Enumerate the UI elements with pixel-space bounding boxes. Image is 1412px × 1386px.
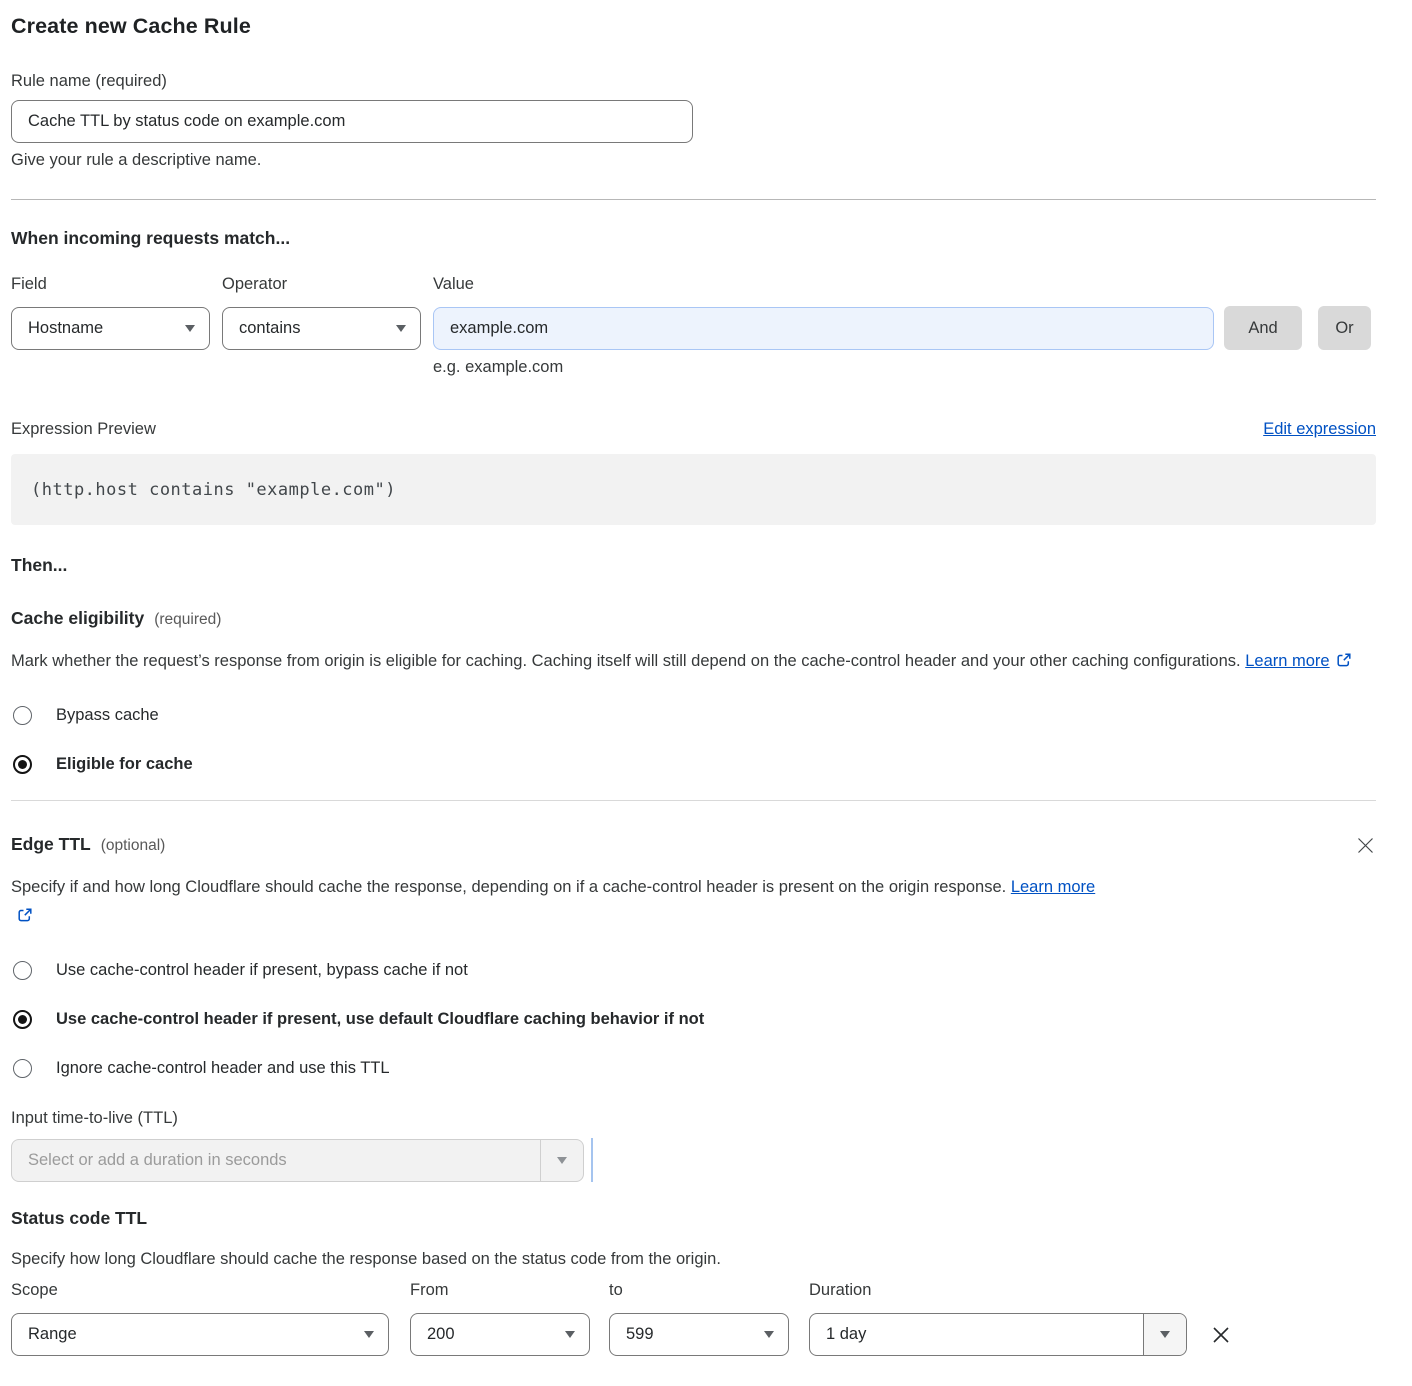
edge-ttl-heading-row: Edge TTL (optional)	[11, 834, 1376, 855]
section-divider	[11, 199, 1376, 200]
radio-option-use-header-bypass[interactable]: Use cache-control header if present, byp…	[11, 961, 1376, 980]
from-label: From	[410, 1281, 590, 1300]
required-tag: (required)	[154, 611, 221, 629]
ttl-duration-select: Select or add a duration in seconds	[11, 1139, 584, 1182]
value-input[interactable]	[433, 307, 1214, 350]
cache-eligibility-description: Mark whether the request’s response from…	[11, 647, 1376, 676]
duration-select[interactable]: 1 day	[809, 1313, 1187, 1356]
scope-select[interactable]: Range	[11, 1313, 389, 1356]
radio-option-eligible-for-cache[interactable]: Eligible for cache	[11, 755, 1376, 774]
chevron-down-icon	[540, 1140, 583, 1181]
edge-ttl-heading: Edge TTL	[11, 834, 91, 855]
radio-option-use-header-default[interactable]: Use cache-control header if present, use…	[11, 1010, 1376, 1029]
field-select[interactable]: Hostname	[11, 307, 210, 350]
duration-select-value: 1 day	[810, 1325, 866, 1344]
to-select-value: 599	[626, 1325, 654, 1344]
page-title: Create new Cache Rule	[11, 14, 1376, 39]
external-link-icon	[1336, 649, 1352, 678]
radio-unselected-icon[interactable]	[13, 706, 32, 725]
to-label: to	[609, 1281, 789, 1300]
or-button[interactable]: Or	[1318, 306, 1371, 350]
radio-option-bypass-cache[interactable]: Bypass cache	[11, 706, 1376, 725]
scope-column: Scope Range	[11, 1281, 389, 1356]
value-column: Value	[433, 275, 1214, 350]
radio-unselected-icon[interactable]	[13, 961, 32, 980]
rule-name-block: Rule name (required) Give your rule a de…	[11, 72, 1376, 170]
radio-option-label: Bypass cache	[56, 706, 159, 725]
close-icon[interactable]	[1356, 836, 1375, 855]
delete-row-icon[interactable]	[1210, 1324, 1232, 1346]
to-column: to 599	[609, 1281, 789, 1356]
rule-name-input[interactable]	[11, 100, 693, 143]
duration-label: Duration	[809, 1281, 1187, 1300]
field-label: Field	[11, 275, 210, 294]
from-select[interactable]: 200	[410, 1313, 590, 1356]
cache-eligibility-heading-row: Cache eligibility (required)	[11, 608, 1376, 629]
radio-unselected-icon[interactable]	[13, 1059, 32, 1078]
operator-select-value: contains	[239, 319, 300, 338]
optional-tag: (optional)	[101, 837, 166, 855]
expression-preview-row: Expression Preview Edit expression	[11, 420, 1376, 439]
radio-selected-icon[interactable]	[13, 1010, 32, 1029]
field-column: Field Hostname	[11, 275, 210, 350]
value-example-hint: e.g. example.com	[433, 358, 1376, 377]
learn-more-link[interactable]: Learn more	[1011, 878, 1095, 896]
operator-column: Operator contains	[222, 275, 421, 350]
chevron-down-icon	[185, 325, 195, 332]
scope-label: Scope	[11, 1281, 389, 1300]
chevron-down-icon	[364, 1331, 374, 1338]
radio-option-label: Use cache-control header if present, use…	[56, 1010, 704, 1029]
from-column: From 200	[410, 1281, 590, 1356]
duration-column: Duration 1 day	[809, 1281, 1187, 1356]
operator-select[interactable]: contains	[222, 307, 421, 350]
chevron-down-icon	[396, 325, 406, 332]
to-select[interactable]: 599	[609, 1313, 789, 1356]
ttl-duration-placeholder: Select or add a duration in seconds	[12, 1151, 287, 1170]
match-row: Field Hostname Operator contains Value A…	[11, 275, 1376, 350]
edit-expression-link[interactable]: Edit expression	[1263, 420, 1376, 439]
expression-code: (http.host contains "example.com")	[31, 480, 396, 500]
create-cache-rule-form: Create new Cache Rule Rule name (require…	[0, 0, 1412, 1386]
radio-option-label: Eligible for cache	[56, 755, 193, 774]
from-select-value: 200	[427, 1325, 455, 1344]
edge-ttl-description: Specify if and how long Cloudflare shoul…	[11, 873, 1116, 931]
edge-ttl-section: Edge TTL (optional) Specify if and how l…	[11, 834, 1376, 1356]
ttl-input-block: Input time-to-live (TTL) Select or add a…	[11, 1109, 1376, 1182]
radio-selected-icon[interactable]	[13, 755, 32, 774]
chevron-down-icon	[565, 1331, 575, 1338]
operator-label: Operator	[222, 275, 421, 294]
text-cursor	[591, 1138, 593, 1182]
rule-name-help: Give your rule a descriptive name.	[11, 151, 1376, 170]
radio-option-ignore-header[interactable]: Ignore cache-control header and use this…	[11, 1059, 1376, 1078]
scope-select-value: Range	[28, 1325, 77, 1344]
expression-preview-box: (http.host contains "example.com")	[11, 454, 1376, 525]
field-select-value: Hostname	[28, 319, 103, 338]
cache-eligibility-description-text: Mark whether the request’s response from…	[11, 652, 1241, 670]
and-button[interactable]: And	[1224, 306, 1302, 350]
rule-name-label: Rule name (required)	[11, 72, 1376, 91]
cache-eligibility-heading: Cache eligibility	[11, 608, 144, 629]
match-heading: When incoming requests match...	[11, 228, 1376, 249]
status-code-ttl-heading: Status code TTL	[11, 1208, 1376, 1229]
status-code-ttl-description: Specify how long Cloudflare should cache…	[11, 1250, 1376, 1269]
cache-eligibility-section: Cache eligibility (required) Mark whethe…	[11, 608, 1376, 774]
radio-option-label: Ignore cache-control header and use this…	[56, 1059, 390, 1078]
chevron-down-icon	[1143, 1314, 1186, 1355]
section-divider	[11, 800, 1376, 801]
learn-more-link[interactable]: Learn more	[1245, 652, 1329, 670]
external-link-icon	[17, 904, 33, 933]
value-label: Value	[433, 275, 1214, 294]
then-heading: Then...	[11, 555, 1376, 576]
ttl-select-row: Select or add a duration in seconds	[11, 1138, 1376, 1182]
edge-ttl-description-text: Specify if and how long Cloudflare shoul…	[11, 878, 1006, 896]
radio-option-label: Use cache-control header if present, byp…	[56, 961, 468, 980]
status-code-ttl-row: Scope Range From 200 to 599	[11, 1281, 1376, 1356]
ttl-input-label: Input time-to-live (TTL)	[11, 1109, 1376, 1128]
chevron-down-icon	[764, 1331, 774, 1338]
expression-preview-label: Expression Preview	[11, 420, 156, 439]
